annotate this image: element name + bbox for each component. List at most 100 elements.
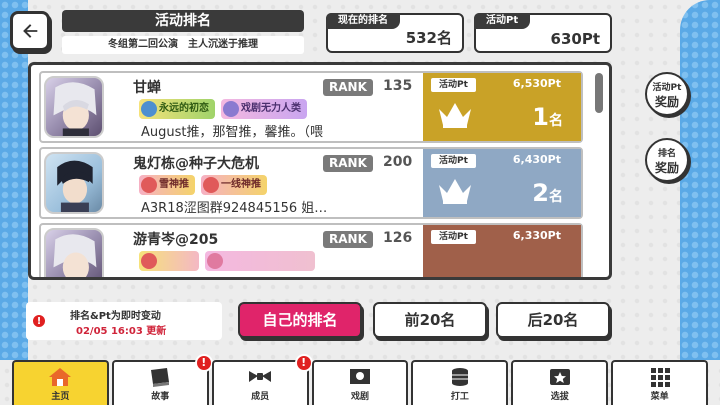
- avatar-portrait-icon: [57, 160, 93, 212]
- tab-work[interactable]: 打工: [411, 360, 509, 405]
- avatar[interactable]: [44, 228, 104, 277]
- tab-story[interactable]: 故事 !: [111, 354, 213, 405]
- tab-label: 主页: [51, 392, 70, 402]
- tab-label: 故事: [151, 392, 170, 402]
- event-pt-box: 活动Pt 630Pt: [474, 13, 612, 53]
- tab-members[interactable]: 成员 !: [211, 354, 313, 405]
- title-badge: 雪神推: [139, 175, 195, 195]
- place-display: 1名: [532, 103, 563, 131]
- badge-label: 雪神推: [159, 179, 189, 190]
- ranking-row[interactable]: 游青岑@205 RANK 126 活动Pt 6,330Pt: [39, 223, 583, 277]
- points-panel: 活动Pt 6,530Pt 1名: [423, 73, 581, 141]
- points-value: 6,430Pt: [512, 153, 561, 166]
- points-label: 活动Pt: [431, 230, 476, 244]
- badge-icon: [141, 253, 157, 269]
- user-name: 鬼灯栋@种子大危机: [133, 156, 259, 172]
- badge-icon: [141, 177, 157, 193]
- tab-home[interactable]: 主页: [12, 360, 109, 405]
- user-comment: August推，那智推，馨推。（喂: [141, 125, 323, 140]
- coins-icon: [451, 368, 468, 386]
- theater-icon: [350, 369, 370, 384]
- grid-menu-icon: [650, 368, 670, 387]
- ranking-row[interactable]: 甘蝉 RANK 135 永远的初恋 戏剧无力人类 August推，那智推，馨推。…: [39, 71, 583, 143]
- event-pt-reward-button[interactable]: 活动Pt 奖励: [645, 72, 689, 116]
- avatar[interactable]: [44, 76, 104, 138]
- user-name: 游青岑@205: [133, 232, 219, 248]
- ranking-row[interactable]: 鬼灯栋@种子大危机 RANK 200 雪神推 一线神推 A3R18涩图群9248…: [39, 147, 583, 219]
- event-pt-label: 活动Pt: [474, 13, 531, 29]
- tab-label: 打工: [450, 392, 469, 402]
- points-value: 6,330Pt: [512, 229, 561, 242]
- place-number: 2: [532, 179, 549, 207]
- points-label: 活动Pt: [431, 78, 476, 92]
- back-arrow-icon: [23, 24, 38, 38]
- tab-label: 成员: [251, 392, 270, 402]
- right-decoration: [680, 0, 720, 360]
- user-comment: A3R18涩图群924845156 姐…: [141, 201, 328, 216]
- place-number: 1: [532, 103, 549, 131]
- tab-menu[interactable]: 菜单: [611, 360, 709, 405]
- rank-number: 126: [383, 230, 413, 246]
- tab-label: 戏剧: [351, 392, 370, 402]
- tab-theater[interactable]: 戏剧: [311, 360, 409, 405]
- title-badges: 永远的初恋 戏剧无力人类: [139, 99, 307, 119]
- rank-number: 200: [383, 154, 413, 170]
- book-icon: [151, 368, 170, 387]
- tab-label: 选拔: [550, 392, 569, 402]
- badge-label: 戏剧无力人类: [241, 103, 301, 114]
- warning-icon: !: [32, 314, 46, 328]
- event-pt-reward-label: 奖励: [654, 95, 679, 109]
- badge-icon: [203, 177, 219, 193]
- user-name: 甘蝉: [133, 80, 161, 96]
- update-notice: ! 排名&Pt为即时变动 02/05 16:03 更新: [26, 302, 222, 340]
- page-title: 活动排名: [62, 10, 304, 32]
- title-badge: [139, 251, 199, 271]
- badge-icon: [223, 101, 239, 117]
- notice-update-time: 02/05 16:03 更新: [76, 326, 167, 337]
- points-panel: 活动Pt 6,430Pt 2名: [423, 149, 581, 217]
- left-decoration: [0, 0, 28, 360]
- back-button[interactable]: [10, 11, 50, 51]
- event-subtitle: 冬组第二回公演 主人沉迷于推理: [62, 36, 304, 54]
- tab-label: 菜单: [650, 392, 669, 402]
- rank-number: 135: [383, 78, 413, 94]
- alert-badge-icon: !: [194, 354, 213, 372]
- avatar[interactable]: [44, 152, 104, 214]
- title-badges: 雪神推 一线神推: [139, 175, 267, 195]
- rank-reward-label-small: 排名: [657, 149, 676, 159]
- badge-icon: [207, 253, 223, 269]
- rank-reward-button[interactable]: 排名 奖励: [645, 138, 689, 182]
- title-badges: [139, 251, 315, 271]
- rank-tag: RANK: [323, 155, 373, 172]
- badge-label: 一线神推: [221, 179, 261, 190]
- event-pt-reward-label-small: 活动Pt: [652, 83, 682, 93]
- star-ticket-icon: [549, 369, 570, 385]
- home-icon: [49, 368, 72, 386]
- notice-line1: 排名&Pt为即时变动: [70, 311, 161, 322]
- points-panel: 活动Pt 6,330Pt: [423, 225, 581, 277]
- next-20-button[interactable]: 后20名: [496, 302, 610, 338]
- avatar-portrait-icon: [53, 82, 97, 136]
- ranking-list[interactable]: 甘蝉 RANK 135 永远的初恋 戏剧无力人类 August推，那智推，馨推。…: [28, 62, 612, 280]
- current-rank-value: 532名: [405, 29, 452, 47]
- rank-tag: RANK: [323, 231, 373, 248]
- avatar-portrait-icon: [53, 234, 97, 277]
- event-pt-value: 630Pt: [550, 30, 600, 48]
- badge-icon: [141, 101, 157, 117]
- prev-20-button[interactable]: 前20名: [373, 302, 487, 338]
- rank-reward-label: 奖励: [654, 161, 679, 175]
- bottom-nav: 主页 故事 ! 成员 ! 戏剧 打工 选拔 菜单: [12, 354, 709, 405]
- bowtie-icon: [249, 371, 272, 382]
- badge-label: 永远的初恋: [159, 103, 209, 114]
- rank-tag: RANK: [323, 79, 373, 96]
- crown-icon: [439, 179, 471, 204]
- title-badge: 永远的初恋: [139, 99, 215, 119]
- crown-icon: [439, 103, 471, 128]
- title-badge: 一线神推: [201, 175, 267, 195]
- tab-audition[interactable]: 选拔: [511, 360, 609, 405]
- current-rank-label: 现在的排名: [326, 13, 400, 29]
- title-badge: [205, 251, 315, 271]
- points-label: 活动Pt: [431, 154, 476, 168]
- own-rank-button[interactable]: 自己的排名: [238, 302, 362, 338]
- scrollbar-thumb[interactable]: [595, 73, 603, 113]
